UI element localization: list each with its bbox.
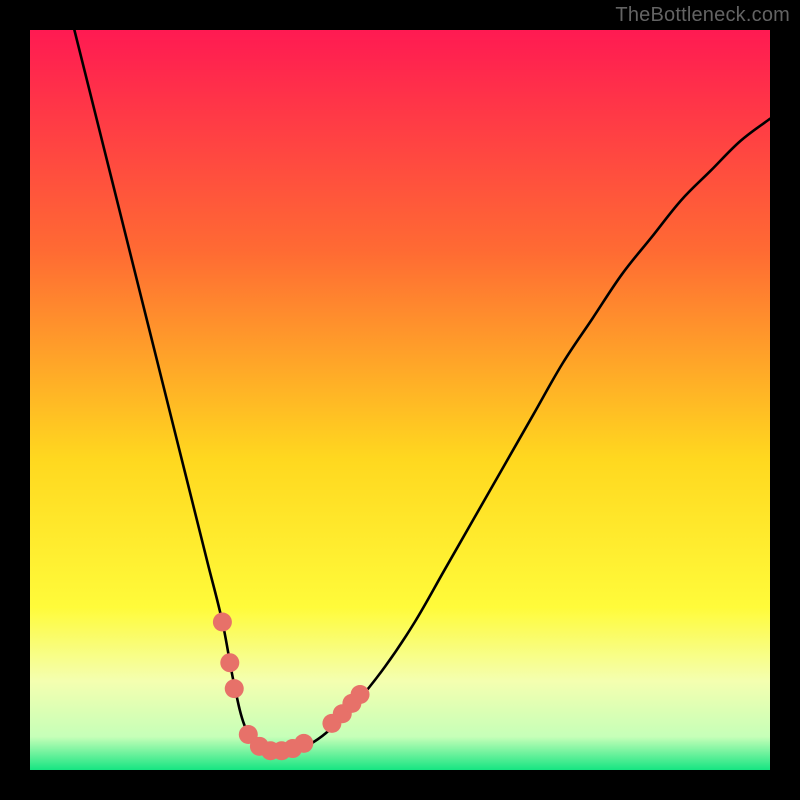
watermark-text: TheBottleneck.com [615,4,790,27]
bottleneck-plot [30,30,770,770]
highlight-marker [351,685,370,704]
highlight-marker [213,613,232,632]
highlight-marker [220,653,239,672]
highlight-marker [225,679,244,698]
highlight-marker [294,734,313,753]
gradient-background [30,30,770,770]
chart-frame [30,30,770,770]
